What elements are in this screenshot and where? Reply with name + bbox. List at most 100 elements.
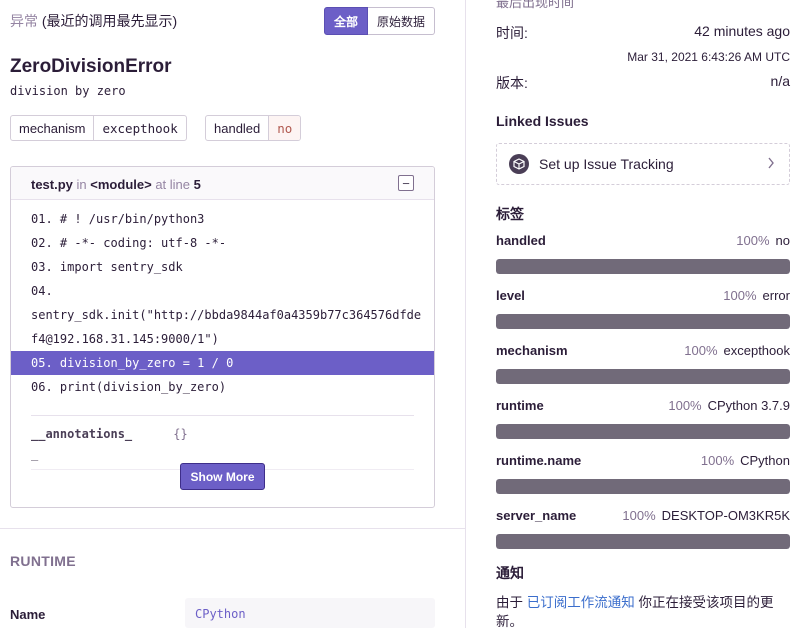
tag-header: level 100% error bbox=[496, 288, 790, 304]
tag-header: mechanism 100% excepthook bbox=[496, 343, 790, 359]
frame-location: test.py in <module> at line 5 bbox=[31, 177, 201, 192]
runtime-heading: RUNTIME bbox=[10, 553, 76, 569]
tag-value: DESKTOP-OM3KR5K bbox=[661, 508, 790, 523]
handled-key: handled bbox=[206, 116, 270, 140]
code-line: 01. # ! /usr/bin/python3 bbox=[31, 212, 205, 226]
tag-distribution-bar bbox=[496, 314, 790, 329]
tag-value: CPython 3.7.9 bbox=[707, 398, 790, 413]
workflow-notifications-link[interactable]: 已订阅工作流通知 bbox=[527, 595, 635, 610]
notify-prefix: 由于 bbox=[496, 595, 527, 610]
tag-summary: 100% CPython bbox=[701, 453, 790, 469]
box-icon bbox=[509, 154, 529, 174]
view-all-button[interactable]: 全部 bbox=[324, 7, 369, 35]
setup-issue-tracking-label: Set up Issue Tracking bbox=[539, 156, 674, 172]
exception-message: division by zero bbox=[10, 84, 126, 98]
tag-summary: 100% CPython 3.7.9 bbox=[668, 398, 790, 414]
version-label: 版本: bbox=[496, 75, 528, 91]
tag-distribution-bar bbox=[496, 534, 790, 549]
tag-percent: 100% bbox=[622, 508, 656, 523]
time-value: 42 minutes ago bbox=[694, 23, 790, 39]
tag-distribution-bar bbox=[496, 259, 790, 274]
view-raw-button[interactable]: 原始数据 bbox=[368, 7, 436, 35]
tag-header: server_name 100% DESKTOP-OM3KR5K bbox=[496, 508, 790, 524]
tag-item-runtime[interactable]: runtime 100% CPython 3.7.9 bbox=[496, 398, 790, 439]
source-context: 01. # ! /usr/bin/python3 02. # -*- coding… bbox=[11, 207, 434, 399]
tag-header: runtime.name 100% CPython bbox=[496, 453, 790, 469]
frame-in-label: in bbox=[76, 177, 87, 192]
tag-item-mechanism[interactable]: mechanism 100% excepthook bbox=[496, 343, 790, 384]
tag-distribution-fill bbox=[496, 534, 790, 549]
tag-header: handled 100% no bbox=[496, 233, 790, 249]
stack-frame: test.py in <module> at line 5 − 01. # ! … bbox=[10, 166, 435, 508]
tag-value: CPython bbox=[740, 453, 790, 468]
tag-item-runtime-name[interactable]: runtime.name 100% CPython bbox=[496, 453, 790, 494]
var-key-continued: _ bbox=[31, 447, 39, 461]
exception-order-hint: (最近的调用最先显示) bbox=[41, 13, 178, 29]
notification-text: 由于 已订阅工作流通知 你正在接受该项目的更新。 bbox=[496, 593, 790, 628]
collapse-frame-icon[interactable]: − bbox=[398, 175, 414, 191]
frame-line-number: 5 bbox=[193, 177, 201, 192]
last-seen-heading: 最后出现时间 bbox=[496, 0, 575, 10]
tag-summary: 100% DESKTOP-OM3KR5K bbox=[622, 508, 790, 524]
time-label: 时间: bbox=[496, 25, 528, 41]
frame-header[interactable]: test.py in <module> at line 5 − bbox=[11, 167, 434, 200]
time-date: Mar 31, 2021 6:43:26 AM UTC bbox=[627, 50, 790, 64]
section-divider bbox=[0, 528, 466, 529]
var-key: __annotations_ bbox=[31, 427, 133, 441]
tag-percent: 100% bbox=[668, 398, 702, 413]
setup-issue-tracking-button[interactable]: Set up Issue Tracking bbox=[496, 143, 790, 185]
event-sidebar: 最后出现时间 时间: 42 minutes ago Mar 31, 2021 6… bbox=[466, 0, 807, 628]
tag-value: error bbox=[762, 288, 790, 303]
tag-distribution-fill bbox=[496, 259, 790, 274]
tag-key: runtime.name bbox=[496, 453, 582, 468]
tag-distribution-bar bbox=[496, 369, 790, 384]
time-row: 时间: 42 minutes ago bbox=[496, 23, 790, 43]
tag-percent: 100% bbox=[723, 288, 757, 303]
runtime-name-key: Name bbox=[10, 607, 46, 622]
tags-heading: 标签 bbox=[496, 206, 524, 222]
mechanism-key: mechanism bbox=[11, 116, 95, 140]
exception-label: 异常 bbox=[10, 13, 38, 29]
mechanism-pill[interactable]: mechanism excepthook bbox=[10, 115, 187, 141]
var-value: {} bbox=[173, 427, 188, 441]
chevron-right-icon bbox=[767, 156, 775, 172]
tag-item-server-name[interactable]: server_name 100% DESKTOP-OM3KR5K bbox=[496, 508, 790, 549]
handled-value: no bbox=[269, 116, 301, 140]
tag-distribution-fill bbox=[496, 314, 790, 329]
code-line-active: 05. division_by_zero = 1 / 0 bbox=[11, 351, 434, 375]
tag-item-handled[interactable]: handled 100% no bbox=[496, 233, 790, 274]
version-row: 版本: n/a bbox=[496, 73, 790, 93]
tag-item-level[interactable]: level 100% error bbox=[496, 288, 790, 329]
show-more-button[interactable]: Show More bbox=[180, 463, 265, 490]
event-main-panel: 异常 (最近的调用最先显示) 全部 原始数据 ZeroDivisionError… bbox=[0, 0, 466, 628]
tag-key: server_name bbox=[496, 508, 577, 523]
code-line: f4@192.168.31.145:9000/1") bbox=[31, 332, 219, 346]
tag-header: runtime 100% CPython 3.7.9 bbox=[496, 398, 790, 414]
code-line: 02. # -*- coding: utf-8 -*- bbox=[31, 236, 227, 250]
tag-key: handled bbox=[496, 233, 546, 248]
stacktrace-view-toggle: 全部 原始数据 bbox=[324, 7, 436, 35]
handled-pill[interactable]: handled no bbox=[205, 115, 302, 141]
exception-type: ZeroDivisionError bbox=[10, 56, 172, 77]
frame-at-line-label: at line bbox=[155, 177, 191, 192]
tag-distribution-bar bbox=[496, 479, 790, 494]
frame-function: <module> bbox=[90, 177, 152, 192]
code-line: 06. print(division_by_zero) bbox=[31, 380, 227, 394]
tag-distribution-fill bbox=[496, 479, 790, 494]
code-line: sentry_sdk.init("http://bbda9844af0a4359… bbox=[31, 308, 422, 322]
code-line: 04. bbox=[31, 284, 53, 298]
tag-value: excepthook bbox=[723, 343, 791, 358]
code-line: 03. import sentry_sdk bbox=[31, 260, 183, 274]
tag-value: no bbox=[775, 233, 790, 248]
linked-issues-heading: Linked Issues bbox=[496, 113, 589, 129]
runtime-name-value: CPython bbox=[185, 598, 435, 628]
tag-percent: 100% bbox=[700, 453, 735, 468]
tag-summary: 100% error bbox=[723, 288, 790, 304]
frame-filename: test.py bbox=[31, 177, 73, 192]
frame-variables: __annotations_ {} _ bbox=[31, 427, 188, 461]
tag-summary: 100% no bbox=[736, 233, 790, 249]
tag-distribution-fill bbox=[496, 369, 790, 384]
mechanism-value: excepthook bbox=[102, 120, 178, 136]
frame-vars-divider bbox=[31, 415, 414, 416]
tag-key: level bbox=[496, 288, 525, 303]
